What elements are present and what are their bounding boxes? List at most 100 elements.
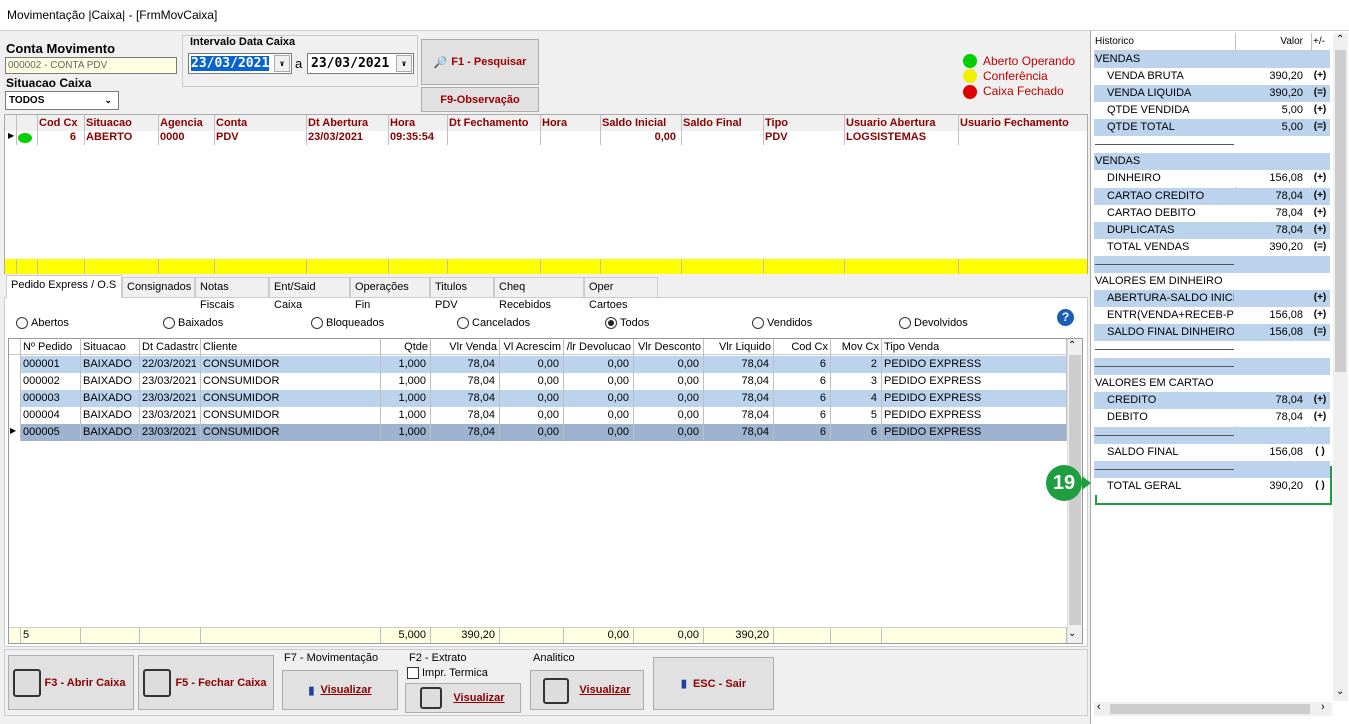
order-cell[interactable]: 0,00 (636, 390, 699, 407)
summary-row[interactable] (1094, 358, 1330, 376)
summary-row[interactable]: QTDE VENDIDA 5,00 (+) (1094, 102, 1330, 120)
scroll-left-icon[interactable]: ‹ (1097, 701, 1101, 713)
summary-row[interactable]: VALORES EM DINHEIRO (1094, 272, 1330, 290)
order-cell[interactable]: 000002 (23, 373, 76, 390)
caixa-col-header[interactable]: Usuario Fechamento (960, 115, 1086, 131)
radio-button-icon[interactable] (752, 317, 764, 329)
scroll-right-icon[interactable]: › (1321, 701, 1325, 713)
pesquisar-button[interactable]: 🔎 F1 - Pesquisar (421, 39, 539, 85)
order-cell[interactable]: 2 (833, 356, 877, 373)
radio-devolvidos[interactable]: Devolvidos (899, 317, 968, 329)
summary-row[interactable]: CREDITO 78,04 (+) (1094, 392, 1330, 410)
order-cell[interactable]: BAIXADO (83, 373, 135, 390)
sair-button[interactable]: ▮ ESC - Sair (653, 657, 774, 710)
caixa-conta[interactable]: PDV (216, 131, 239, 143)
orders-col-header[interactable]: Mov Cx (833, 339, 879, 355)
summary-row[interactable]: VENDAS (1094, 51, 1330, 68)
order-cell[interactable]: PEDIDO EXPRESS (884, 407, 1062, 424)
conta-movimento-field[interactable]: 000002 - CONTA PDV (5, 57, 177, 74)
order-cell[interactable]: 78,04 (433, 390, 495, 407)
order-cell[interactable]: CONSUMIDOR (203, 373, 376, 390)
caixa-col-header[interactable]: Tipo (765, 115, 842, 131)
caixa-col-header[interactable]: Conta (216, 115, 304, 131)
order-cell[interactable]: 1,000 (383, 407, 426, 424)
summary-row[interactable]: TOTAL VENDAS 390,20 (=) (1094, 238, 1330, 256)
order-cell[interactable]: 000004 (23, 407, 76, 424)
orders-col-header[interactable]: Situacao (83, 339, 137, 355)
radio-button-icon[interactable] (163, 317, 175, 329)
radio-button-icon[interactable] (457, 317, 469, 329)
order-cell[interactable]: 0,00 (502, 407, 559, 424)
radio-button-icon[interactable] (16, 317, 28, 329)
tab-titulos-pdv[interactable]: Titulos PDV (430, 277, 494, 311)
summary-row[interactable]: TOTAL GERAL 390,20 ( ) (1094, 477, 1330, 495)
summary-row[interactable]: ABERTURA-SALDO INICIA (+) (1094, 289, 1330, 307)
caixa-tipo[interactable]: PDV (765, 131, 788, 143)
order-cell[interactable]: 23/03/2021 (142, 424, 196, 441)
caixa-col-header[interactable]: Dt Abertura (308, 115, 386, 131)
order-cell[interactable]: 6 (776, 390, 826, 407)
caixa-hora[interactable]: 09:35:54 (390, 131, 434, 143)
order-cell[interactable]: 0,00 (566, 373, 629, 390)
scroll-up-icon[interactable]: ⌃ (1336, 34, 1344, 45)
order-cell[interactable]: 1,000 (383, 424, 426, 441)
caixa-col-header[interactable]: Hora (542, 115, 598, 131)
summary-row[interactable]: QTDE TOTAL 5,00 (=) (1094, 119, 1330, 137)
order-cell[interactable]: 78,04 (433, 356, 495, 373)
tab-pedido-express-o-s[interactable]: Pedido Express / O.S (6, 275, 122, 298)
order-cell[interactable]: CONSUMIDOR (203, 407, 376, 424)
help-icon[interactable]: ? (1057, 309, 1074, 326)
orders-col-header[interactable]: Qtde (383, 339, 428, 355)
order-cell[interactable]: BAIXADO (83, 390, 135, 407)
date-to-picker[interactable]: 23/03/2021 ∨ (307, 53, 414, 74)
order-cell[interactable]: 6 (776, 424, 826, 441)
order-cell[interactable]: 78,04 (706, 407, 769, 424)
summary-row[interactable] (1094, 255, 1330, 273)
radio-button-icon[interactable] (605, 317, 617, 329)
abrir-caixa-button[interactable]: F3 - Abrir Caixa (8, 655, 134, 710)
summary-row[interactable] (1094, 426, 1330, 444)
order-cell[interactable]: 23/03/2021 (142, 390, 196, 407)
order-cell[interactable]: 3 (833, 373, 877, 390)
order-cell[interactable]: 6 (776, 407, 826, 424)
order-cell[interactable]: 000005 (23, 424, 76, 441)
orders-col-header[interactable]: /lr Devolucao (566, 339, 631, 355)
order-cell[interactable]: CONSUMIDOR (203, 424, 376, 441)
order-cell[interactable]: 0,00 (502, 424, 559, 441)
order-cell[interactable]: 23/03/2021 (142, 373, 196, 390)
summary-row[interactable]: DUPLICATAS 78,04 (+) (1094, 221, 1330, 239)
radio-bloqueados[interactable]: Bloqueados (311, 317, 384, 329)
summary-row[interactable]: VENDA LIQUIDA 390,20 (=) (1094, 85, 1330, 103)
tab-notas-fiscais[interactable]: Notas Fiscais (195, 277, 269, 311)
order-cell[interactable]: 0,00 (566, 390, 629, 407)
order-cell[interactable]: BAIXADO (83, 407, 135, 424)
tab-cheq-recebidos[interactable]: Cheq Recebidos (494, 277, 584, 311)
orders-col-header[interactable]: Vlr Venda (433, 339, 497, 355)
radio-button-icon[interactable] (311, 317, 323, 329)
caixa-situacao[interactable]: ABERTO (86, 131, 132, 143)
radio-todos[interactable]: Todos (605, 317, 649, 329)
date-from-picker[interactable]: 23/03/2021 ∨ (188, 53, 292, 74)
order-cell[interactable]: 78,04 (706, 373, 769, 390)
scroll-down-icon[interactable]: ⌄ (1336, 686, 1344, 697)
order-cell[interactable]: 0,00 (502, 390, 559, 407)
order-cell[interactable]: 78,04 (706, 356, 769, 373)
summary-row[interactable]: ENTR(VENDA+RECEB-PG 156,08 (+) (1094, 307, 1330, 325)
caixa-dt-abertura[interactable]: 23/03/2021 (308, 131, 363, 143)
order-cell[interactable]: 0,00 (502, 373, 559, 390)
caixa-col-header[interactable]: Saldo Final (683, 115, 761, 131)
observacao-button[interactable]: F9-Observação (421, 87, 539, 112)
tab-opera-es-fin[interactable]: Operações Fin (350, 277, 430, 311)
order-cell[interactable]: PEDIDO EXPRESS (884, 424, 1062, 441)
caixa-col-header[interactable]: Dt Fechamento (449, 115, 538, 131)
radio-button-icon[interactable] (899, 317, 911, 329)
summary-row[interactable]: DINHEIRO 156,08 (+) (1094, 170, 1330, 188)
radio-cancelados[interactable]: Cancelados (457, 317, 530, 329)
order-cell[interactable]: PEDIDO EXPRESS (884, 390, 1062, 407)
caixa-agencia[interactable]: 0000 (160, 131, 184, 143)
orders-col-header[interactable]: Dt Cadastro (142, 339, 198, 355)
order-cell[interactable]: BAIXADO (83, 356, 135, 373)
caixa-col-header[interactable]: Cod Cx (39, 115, 82, 131)
order-cell[interactable]: 78,04 (706, 424, 769, 441)
order-cell[interactable]: 4 (833, 390, 877, 407)
